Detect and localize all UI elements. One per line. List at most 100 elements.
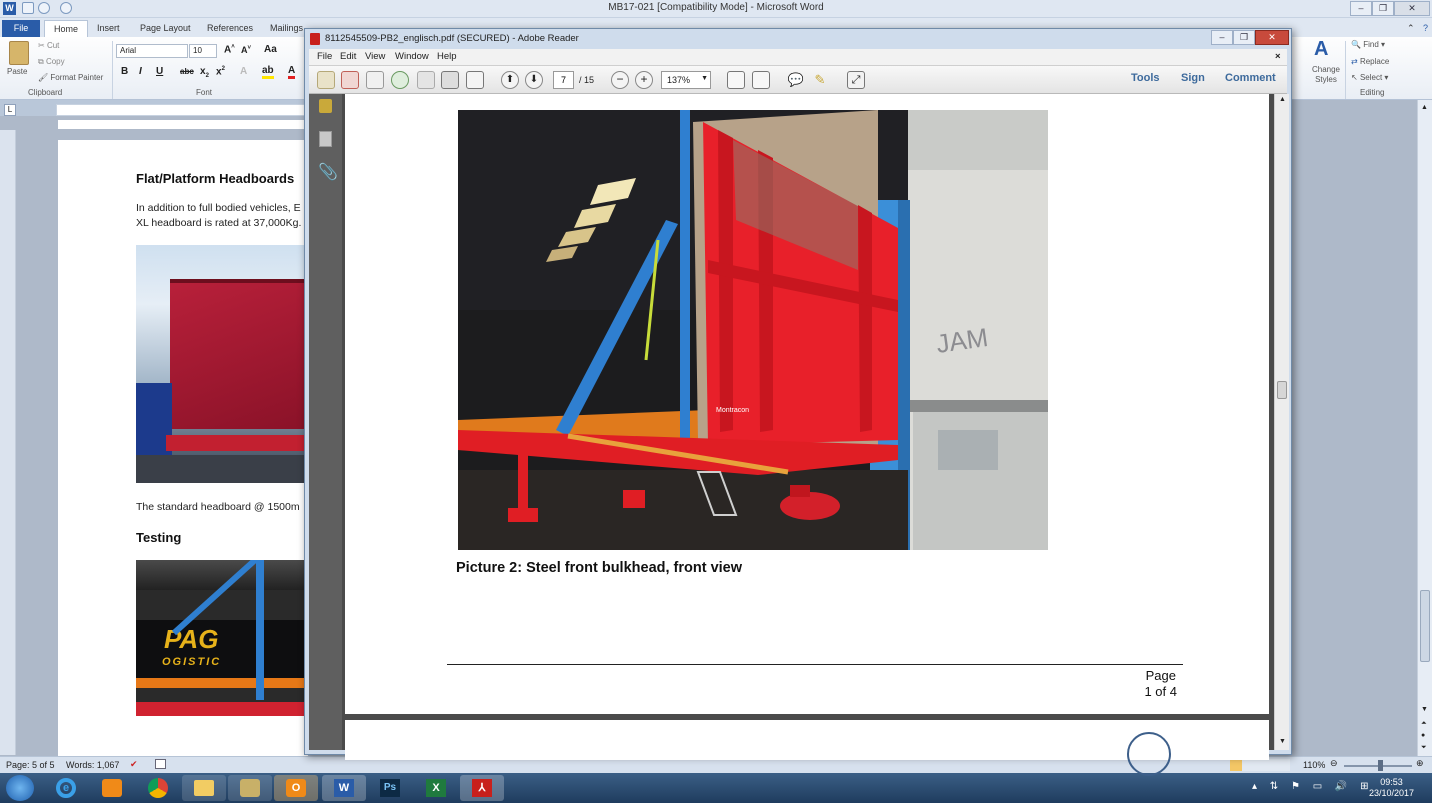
italic-button[interactable]: I [139, 66, 142, 77]
scroll-up-icon[interactable]: ▲ [1421, 104, 1428, 111]
lock-icon[interactable] [319, 99, 332, 113]
fullscreen-icon[interactable]: ⤢ [847, 71, 865, 89]
pdf-next-page[interactable] [345, 720, 1269, 776]
paste-icon[interactable] [9, 41, 29, 65]
upload-cloud-icon[interactable] [391, 71, 409, 89]
tab-file[interactable]: File [2, 20, 40, 37]
email-icon[interactable] [466, 71, 484, 89]
reader-restore-button[interactable]: ❐ [1233, 30, 1255, 45]
system-clock[interactable]: 09:53 23/10/2017 [1369, 777, 1414, 799]
menu-file[interactable]: File [317, 51, 332, 62]
highlight-icon[interactable]: ab [262, 65, 274, 79]
change-styles-button[interactable]: Change Styles [1309, 65, 1343, 85]
tab-insert[interactable]: Insert [88, 20, 129, 37]
scroll-thumb[interactable] [1420, 590, 1430, 662]
macro-icon[interactable] [155, 759, 166, 769]
font-size-dropdown[interactable]: 10 [189, 44, 217, 58]
word-icon[interactable]: W [322, 775, 366, 801]
file-explorer-icon[interactable] [182, 775, 226, 801]
bold-button[interactable]: B [121, 66, 128, 77]
attachments-icon[interactable]: 📎 [318, 162, 338, 182]
reader-minimize-button[interactable]: – [1211, 30, 1233, 45]
zoom-in-button[interactable]: + [635, 71, 653, 89]
scroll-up-icon[interactable]: ▲ [1279, 96, 1286, 103]
photoshop-icon[interactable]: Ps [368, 775, 412, 801]
next-page-button[interactable]: ⬇ [525, 71, 543, 89]
proofing-icon[interactable]: ✔ [130, 759, 138, 770]
combine-pdf-icon[interactable] [341, 71, 359, 89]
strikethrough-button[interactable]: abc [180, 67, 194, 76]
close-document-icon[interactable]: × [1275, 51, 1281, 62]
zoom-in-icon[interactable]: ⊕ [1416, 758, 1424, 769]
prev-page-icon[interactable]: ⏶ [1421, 720, 1427, 728]
text-effects-icon[interactable]: A [240, 66, 247, 77]
menu-window[interactable]: Window [395, 51, 429, 62]
menu-edit[interactable]: Edit [340, 51, 356, 62]
ribbon-minimize-icon[interactable]: ⌃ [1398, 20, 1424, 37]
edit-pdf-icon[interactable] [366, 71, 384, 89]
adobe-reader-window[interactable]: 8112545509-PB2_englisch.pdf (SECURED) - … [304, 28, 1292, 776]
vertical-ruler[interactable] [0, 130, 16, 755]
reader-close-button[interactable]: ✕ [1255, 30, 1289, 45]
word-count-status[interactable]: Words: 1,067 [66, 760, 119, 770]
font-color-icon[interactable]: A [288, 65, 296, 79]
scroll-down-icon[interactable]: ▼ [1421, 706, 1428, 713]
tools-pane-link[interactable]: Tools [1131, 72, 1160, 84]
select-button[interactable]: ↖ Select ▾ [1351, 73, 1388, 82]
highlight-text-icon[interactable]: ✎ [811, 71, 829, 89]
restore-button[interactable]: ❐ [1372, 1, 1394, 16]
pdf-page[interactable]: JAM Montracon Picture 2: Steel front bul… [345, 94, 1269, 714]
tab-page-layout[interactable]: Page Layout [131, 20, 200, 37]
print-icon[interactable] [441, 71, 459, 89]
format-painter-button[interactable]: 🖌 Format Painter [38, 73, 103, 82]
menu-help[interactable]: Help [437, 51, 457, 62]
pages-panel-icon[interactable] [319, 131, 332, 147]
zoom-out-button[interactable]: − [611, 71, 629, 89]
zoom-out-icon[interactable]: ⊖ [1330, 758, 1338, 769]
tab-references[interactable]: References [198, 20, 262, 37]
save-disk-icon[interactable] [417, 71, 435, 89]
minimize-button[interactable]: – [1350, 1, 1372, 16]
reader-vertical-scrollbar[interactable]: ▲ ▼ [1274, 94, 1289, 750]
underline-button[interactable]: U [156, 66, 163, 77]
next-page-icon[interactable]: ⏷ [1421, 744, 1427, 752]
view-buttons[interactable] [1230, 759, 1290, 771]
tab-home[interactable]: Home [44, 20, 89, 37]
menu-view[interactable]: View [365, 51, 385, 62]
snipping-icon[interactable] [228, 775, 272, 801]
reader-scroll-thumb[interactable] [1277, 381, 1287, 399]
fit-width-icon[interactable] [752, 71, 770, 89]
fit-page-icon[interactable] [727, 71, 745, 89]
change-styles-icon[interactable]: A [1314, 39, 1334, 59]
comment-pane-link[interactable]: Comment [1225, 72, 1276, 84]
pdf-document-area[interactable]: JAM Montracon Picture 2: Steel front bul… [342, 94, 1274, 776]
superscript-button[interactable]: x2 [216, 66, 225, 77]
sign-pane-link[interactable]: Sign [1181, 72, 1205, 84]
outlook-icon[interactable]: O [274, 775, 318, 801]
find-button[interactable]: 🔍 Find ▾ [1351, 40, 1385, 49]
chrome-icon[interactable] [136, 775, 180, 801]
paste-button[interactable]: Paste [7, 67, 27, 76]
page-count-status[interactable]: Page: 5 of 5 [6, 760, 55, 770]
word-vertical-scrollbar[interactable]: ▲ ▼ ⏶ ● ⏷ [1417, 100, 1432, 756]
copy-button[interactable]: ⧉ Copy [38, 57, 65, 67]
change-case-icon[interactable]: Aa [264, 44, 277, 55]
excel-icon[interactable]: X [414, 775, 458, 801]
horizontal-ruler[interactable] [56, 104, 306, 116]
subscript-button[interactable]: x2 [200, 66, 209, 79]
replace-button[interactable]: ⇄ Replace [1351, 57, 1389, 66]
zoom-slider-thumb[interactable] [1378, 760, 1383, 771]
close-button[interactable]: ✕ [1394, 1, 1430, 16]
shrink-font-icon[interactable]: A˅ [241, 45, 251, 55]
grow-font-icon[interactable]: A˄ [224, 44, 235, 55]
ruler-toggle-icon[interactable]: L [4, 104, 16, 116]
create-pdf-icon[interactable] [317, 71, 335, 89]
start-orb[interactable] [6, 775, 34, 801]
media-player-icon[interactable] [90, 775, 134, 801]
internet-explorer-icon[interactable]: e [44, 775, 88, 801]
previous-page-button[interactable]: ⬆ [501, 71, 519, 89]
scroll-down-icon[interactable]: ▼ [1279, 738, 1286, 745]
sticky-note-icon[interactable]: 💬 [787, 71, 805, 89]
zoom-dropdown[interactable]: 137% ▼ [661, 71, 711, 89]
zoom-level[interactable]: 110% [1303, 760, 1325, 770]
